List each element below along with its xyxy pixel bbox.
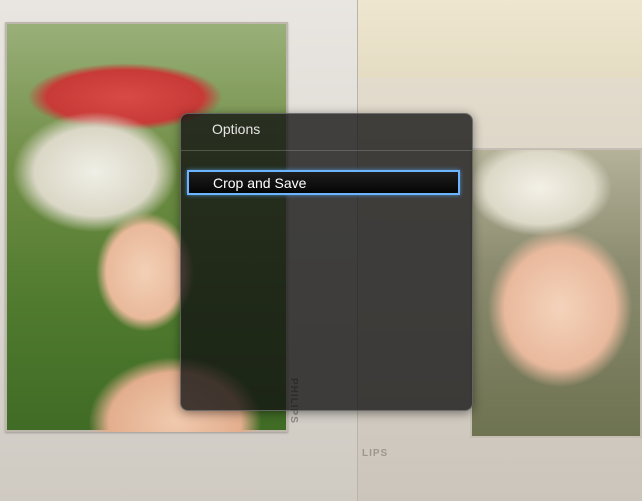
options-dialog-title: Options <box>212 121 261 137</box>
options-dialog: Options Crop and Save <box>180 113 473 411</box>
photo-frame-right-top <box>358 0 642 78</box>
brand-logo-horizontal: LIPS <box>362 448 389 459</box>
photo-right <box>470 148 642 438</box>
options-dialog-header: Options <box>181 114 472 151</box>
menu-item-label: Crop and Save <box>213 175 307 191</box>
menu-item-crop-and-save[interactable]: Crop and Save <box>187 170 460 195</box>
